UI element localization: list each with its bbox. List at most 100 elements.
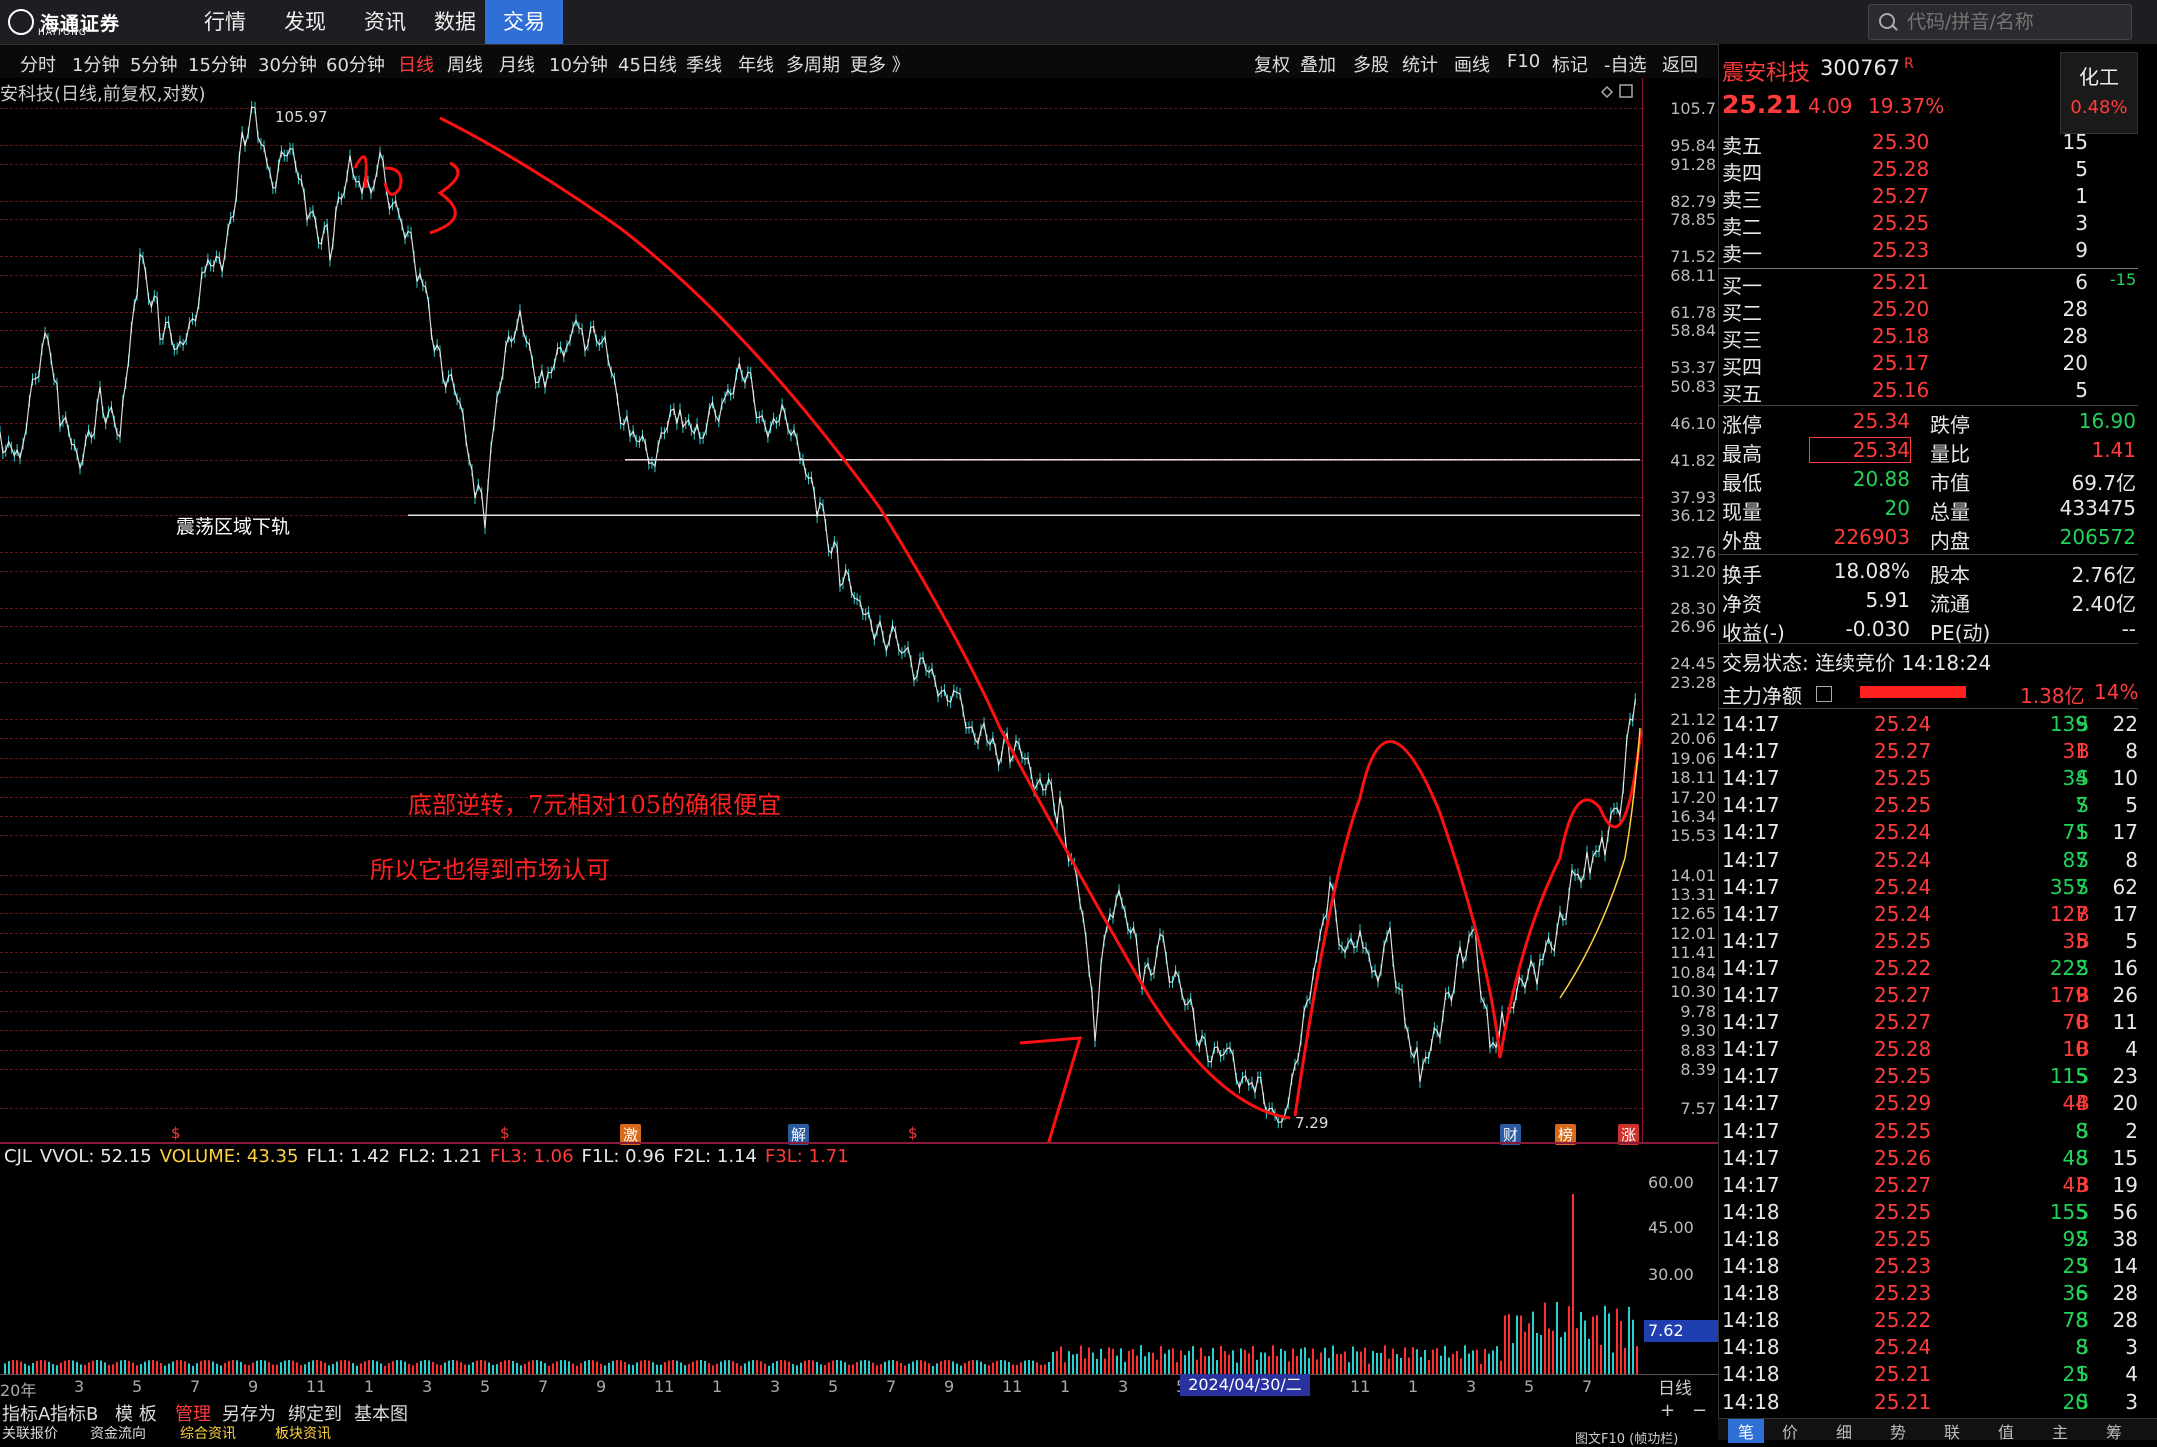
volume-bar: [1568, 1306, 1570, 1374]
event-marker[interactable]: $: [905, 1124, 921, 1142]
indicator-tab[interactable]: 模 板: [115, 1400, 157, 1426]
period-tab-5[interactable]: 30分钟: [258, 51, 317, 77]
stat-label: 市值: [1930, 471, 1970, 495]
tool-7[interactable]: 标记: [1552, 51, 1588, 77]
info-tab[interactable]: 关联报价: [2, 1426, 58, 1439]
period-tab-13[interactable]: 年线: [738, 51, 774, 77]
volume-bar: [336, 1361, 338, 1374]
volume-bar: [1572, 1194, 1574, 1374]
event-marker[interactable]: $: [497, 1124, 513, 1142]
period-tab-10[interactable]: 10分钟: [549, 51, 608, 77]
volume-bar: [692, 1361, 694, 1374]
quote-tab[interactable]: 价: [1782, 1419, 1798, 1443]
last-price: 25.21: [1722, 90, 1802, 119]
f10-link[interactable]: 图文F10 (帧功栏): [1575, 1428, 1678, 1447]
indicator-tab[interactable]: 指标A: [2, 1400, 50, 1426]
volume-bar: [240, 1361, 242, 1374]
tick-side: S: [2076, 793, 2089, 818]
period-tab-7[interactable]: 日线: [398, 51, 434, 77]
indicator-tab[interactable]: 指标B: [50, 1400, 98, 1426]
nav-2[interactable]: 发现: [270, 0, 340, 44]
indicator-tab[interactable]: 另存为: [222, 1400, 276, 1426]
volume-bar: [848, 1364, 850, 1374]
sector-button[interactable]: 化工 0.48%: [2060, 52, 2138, 134]
volume-bar: [208, 1360, 210, 1374]
volume-bar: [1632, 1319, 1634, 1374]
tool-1[interactable]: 复权: [1254, 51, 1290, 77]
period-tab-8[interactable]: 周线: [447, 51, 483, 77]
quote-tab[interactable]: 笔: [1728, 1419, 1765, 1443]
quote-tab[interactable]: 势: [1890, 1419, 1906, 1443]
stock-search-box[interactable]: [1868, 4, 2132, 40]
tick-count: 11: [2112, 1010, 2138, 1035]
tool-6[interactable]: F10: [1507, 51, 1540, 72]
period-tab-11[interactable]: 45日线: [618, 51, 677, 77]
tool-2[interactable]: 叠加: [1300, 51, 1336, 77]
tool-9[interactable]: 返回: [1662, 51, 1698, 77]
quote-tab[interactable]: 主: [2052, 1419, 2068, 1443]
tick-count: 14: [2112, 1254, 2138, 1278]
volume-bar: [532, 1360, 534, 1374]
period-tab-1[interactable]: 分时: [20, 51, 56, 77]
ask-volume: 15: [2062, 130, 2088, 154]
volume-bar: [508, 1360, 510, 1374]
volume-bar: [204, 1360, 206, 1374]
volume-bar: [752, 1360, 754, 1374]
volume-bar: [480, 1360, 482, 1374]
bid-price: 25.21: [1872, 270, 1930, 294]
volume-bar: [1272, 1345, 1274, 1374]
tool-4[interactable]: 统计: [1402, 51, 1438, 77]
info-tab[interactable]: 综合资讯: [180, 1426, 236, 1439]
period-tab-14[interactable]: 多周期: [786, 51, 840, 77]
high-price-label: 105.97: [275, 108, 328, 126]
period-tab-9[interactable]: 月线: [499, 51, 535, 77]
volume-bar: [416, 1362, 418, 1374]
stat-label: 流通: [1930, 592, 1970, 616]
info-tab[interactable]: 资金流向: [90, 1426, 146, 1439]
tool-8[interactable]: -自选: [1604, 51, 1647, 77]
quote-tab[interactable]: 筹: [2106, 1419, 2122, 1443]
quote-tab[interactable]: 值: [1998, 1419, 2014, 1443]
period-tab-2[interactable]: 1分钟: [72, 51, 119, 77]
info-tab[interactable]: 板块资讯: [275, 1426, 331, 1439]
event-marker[interactable]: $: [168, 1124, 184, 1142]
volume-bar: [1380, 1352, 1382, 1374]
volume-bar: [140, 1364, 142, 1374]
nav-1[interactable]: 行情: [190, 0, 260, 44]
tick-price: 25.25: [1874, 1064, 1932, 1089]
stat-label: 量比: [1930, 442, 1970, 466]
volume-bar: [776, 1361, 778, 1374]
period-tab-12[interactable]: 季线: [686, 51, 722, 77]
tick-count: 8: [2125, 739, 2138, 764]
zoom-in-button[interactable]: +: [1660, 1400, 1675, 1421]
period-tab-15[interactable]: 更多 》: [850, 51, 910, 77]
volume-bar: [32, 1362, 34, 1374]
zoom-out-button[interactable]: −: [1692, 1400, 1707, 1421]
quote-tab[interactable]: 联: [1944, 1419, 1960, 1443]
nav-4[interactable]: 数据: [425, 0, 485, 44]
volume-bar: [652, 1362, 654, 1374]
bid-row: 买三 25.18 28: [1718, 324, 2138, 352]
indicator-tab[interactable]: 基本图: [354, 1400, 408, 1426]
volume-bar: [1456, 1351, 1458, 1374]
nav-5[interactable]: 交易: [485, 0, 563, 44]
tool-3[interactable]: 多股: [1353, 51, 1389, 77]
period-tab-6[interactable]: 60分钟: [326, 51, 385, 77]
indicator-tab[interactable]: 管理: [175, 1400, 211, 1426]
search-input[interactable]: [1905, 8, 2124, 36]
volume-bar: [964, 1363, 966, 1374]
quote-tab[interactable]: 细: [1836, 1419, 1852, 1443]
period-tab-4[interactable]: 15分钟: [188, 51, 247, 77]
volume-bar: [1216, 1360, 1218, 1374]
tick-time: 14:18: [1722, 1254, 1780, 1278]
tick-price: 25.25: [1874, 793, 1932, 818]
bid-label: 买三: [1722, 328, 1762, 352]
annotation-note-2: 所以它也得到市场认可: [370, 856, 610, 884]
nav-3[interactable]: 资讯: [350, 0, 420, 44]
tick-side: S: [2076, 820, 2089, 845]
tool-5[interactable]: 画线: [1454, 51, 1490, 77]
volume-bar: [268, 1362, 270, 1374]
period-tab-3[interactable]: 5分钟: [130, 51, 177, 77]
main-flow-info-icon[interactable]: [1816, 686, 1832, 702]
indicator-tab[interactable]: 绑定到: [288, 1400, 342, 1426]
